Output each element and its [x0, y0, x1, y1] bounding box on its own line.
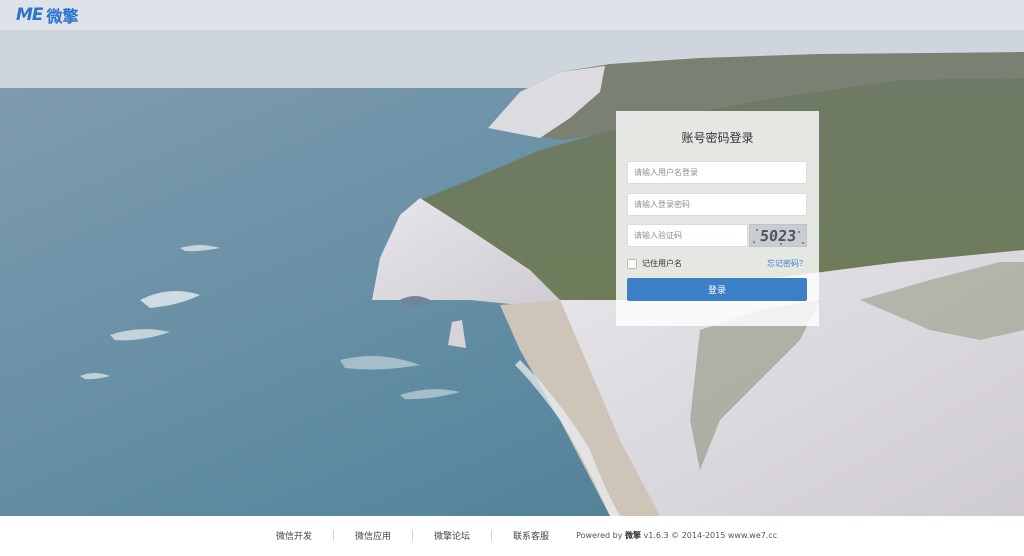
forgot-password-link[interactable]: 忘记密码？ [767, 258, 807, 269]
username-field [627, 161, 807, 184]
captcha-field [627, 224, 748, 247]
logo[interactable]: ME 微擎 [16, 5, 79, 26]
login-panel: 账号密码登录 5023 记住用户名 忘记密码？ 登录 [616, 111, 819, 326]
footer-link-support[interactable]: 联系客服 [492, 529, 570, 542]
remember-label: 记住用户名 [642, 259, 682, 268]
powered-brand: 微擎 [624, 531, 641, 540]
footer-link-wechat-apps[interactable]: 微信应用 [334, 529, 412, 542]
username-input[interactable] [628, 162, 806, 183]
remember-username[interactable]: 记住用户名 [627, 258, 682, 269]
login-button[interactable]: 登录 [627, 278, 807, 301]
login-title: 账号密码登录 [681, 131, 754, 145]
logo-text: 微擎 [46, 7, 79, 26]
remember-checkbox[interactable] [627, 258, 637, 269]
logo-mark: ME [16, 5, 44, 25]
captcha-input[interactable] [628, 225, 747, 246]
powered-suffix: v1.6.3 © 2014-2015 www.we7.cc [643, 531, 778, 540]
password-field [627, 193, 807, 216]
captcha-text: 5023 [759, 227, 798, 245]
footer-link-forum[interactable]: 微擎论坛 [413, 529, 491, 542]
footer: 微信开发 微信应用 微擎论坛 联系客服 Powered by 微擎 v1.6.3… [0, 516, 1024, 556]
footer-nav: 微信开发 微信应用 微擎论坛 联系客服 Powered by 微擎 v1.6.3… [255, 529, 777, 542]
top-bar: ME 微擎 [0, 0, 1024, 30]
background-scene [0, 0, 1024, 516]
password-input[interactable] [628, 194, 806, 215]
footer-link-wechat-dev[interactable]: 微信开发 [255, 529, 333, 542]
powered-by: Powered by 微擎 v1.6.3 © 2014-2015 www.we7… [576, 530, 777, 541]
captcha-image[interactable]: 5023 [749, 224, 807, 247]
coastline-illustration [0, 0, 1024, 516]
powered-prefix: Powered by [576, 531, 623, 540]
